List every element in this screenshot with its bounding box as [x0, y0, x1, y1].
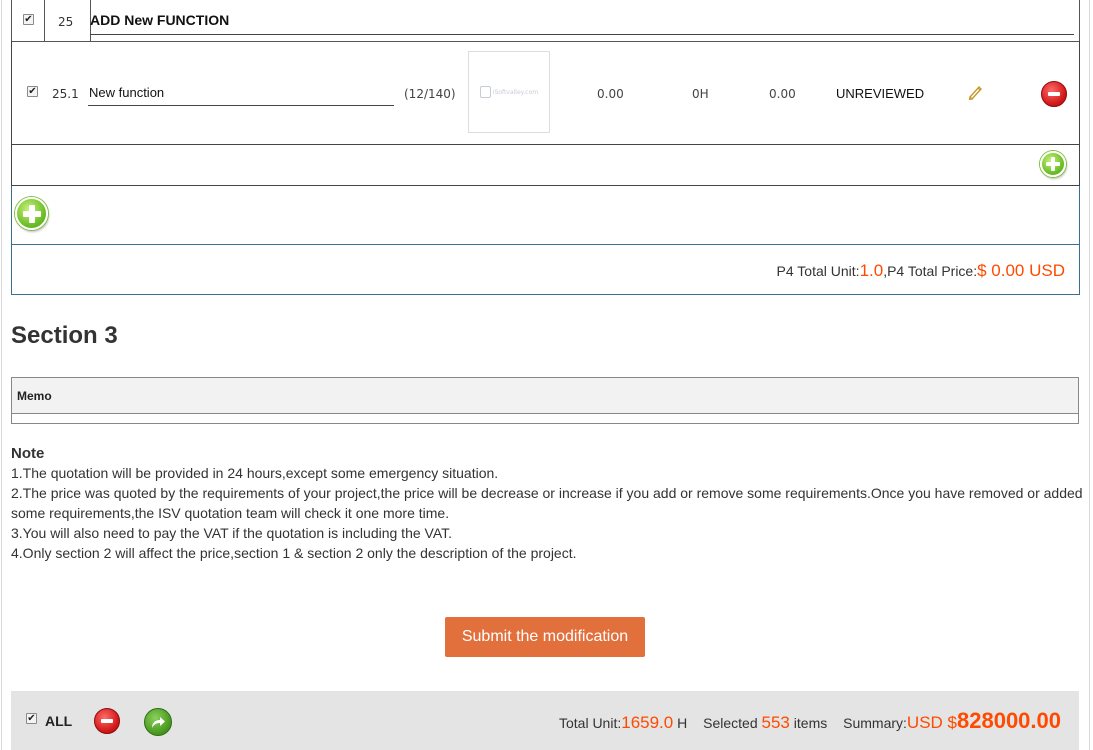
item-thumbnail[interactable]: iSoftvalley.com: [468, 51, 550, 133]
item-number: 25.1: [52, 87, 79, 101]
p4-price-value: $ 0.00 USD: [977, 261, 1065, 280]
pencil-icon[interactable]: [967, 84, 983, 101]
item-checkbox[interactable]: ✔: [27, 86, 38, 97]
page-frame-left: [1, 0, 2, 750]
share-arrow-icon[interactable]: [144, 708, 172, 736]
group-checkbox[interactable]: ✔: [23, 14, 34, 25]
group-title: ADD New FUNCTION: [90, 12, 230, 28]
footer-summary: Total Unit:1659.0 H Selected 553 items S…: [559, 708, 1061, 734]
thumbnail-text: iSoftvalley.com: [492, 88, 539, 96]
item-name-input[interactable]: New function: [88, 81, 394, 106]
item-row: ✔ 25.1 New function (12/140) iSoftvalley…: [11, 41, 1080, 145]
note-line-1: 1.The quotation will be provided in 24 h…: [11, 465, 499, 481]
note-line-4: 3.You will also need to pay the VAT if t…: [11, 525, 453, 541]
memo-header: Memo: [12, 378, 1078, 414]
thumbnail-logo-icon: [479, 86, 491, 98]
selected-value: 553: [761, 713, 790, 732]
item-hours: 0H: [692, 87, 709, 101]
total-unit-value: 1659.0: [621, 713, 674, 732]
remove-selected-icon[interactable]: [94, 708, 120, 734]
item-price: 0.00: [597, 87, 624, 101]
group-title-input[interactable]: ADD New FUNCTION: [90, 4, 1074, 35]
memo-value[interactable]: [17, 414, 1072, 423]
p4-totals: P4 Total Unit:1.0,P4 Total Price:$ 0.00 …: [777, 261, 1065, 281]
minus-circle-icon[interactable]: [1041, 81, 1067, 107]
p4-price-label: ,P4 Total Price:: [883, 263, 978, 279]
add-subitem-plus-icon[interactable]: [1040, 151, 1066, 177]
p4-unit-value: 1.0: [859, 261, 884, 280]
submit-modification-button[interactable]: Submit the modification: [445, 617, 645, 657]
note-line-2: 2.The price was quoted by the requiremen…: [11, 485, 1083, 501]
item-status: UNREVIEWED: [836, 86, 925, 101]
item-total: 0.00: [769, 87, 796, 101]
section3-title: Section 3: [11, 322, 118, 349]
selected-label: Selected: [703, 715, 758, 731]
note-line-3: some requirements,the ISV quotation team…: [11, 505, 450, 521]
summary-label: Summary:: [843, 715, 907, 731]
select-all-checkbox[interactable]: ✔: [26, 713, 37, 724]
note-line-5: 4.Only section 2 will affect the price,s…: [11, 545, 577, 561]
totals-divider: [11, 244, 1080, 245]
page-frame-right: [1089, 0, 1090, 750]
unit-suffix: H: [677, 715, 688, 731]
item-char-count: (12/140): [404, 87, 456, 101]
select-all-label[interactable]: ALL: [45, 713, 72, 729]
add-group-plus-icon[interactable]: [15, 197, 48, 230]
summary-value: 828000.00: [957, 708, 1061, 733]
memo-table: Memo: [11, 377, 1079, 424]
group-header-row: ✔ 25 ADD New FUNCTION: [11, 0, 1080, 42]
add-subitem-row: [11, 144, 1080, 186]
footer-bar: ✔ ALL Total Unit:1659.0 H Selected 553 i…: [11, 691, 1079, 750]
group-number: 25: [58, 15, 74, 29]
note-title: Note: [11, 445, 45, 462]
note-block: Note 1.The quotation will be provided in…: [11, 445, 1083, 563]
summary-currency: USD $: [906, 713, 957, 732]
item-name: New function: [89, 85, 165, 100]
p4-unit-label: P4 Total Unit:: [776, 263, 860, 279]
memo-header-label: Memo: [17, 389, 52, 403]
total-unit-label: Total Unit:: [558, 715, 622, 731]
items-label: items: [793, 715, 828, 731]
